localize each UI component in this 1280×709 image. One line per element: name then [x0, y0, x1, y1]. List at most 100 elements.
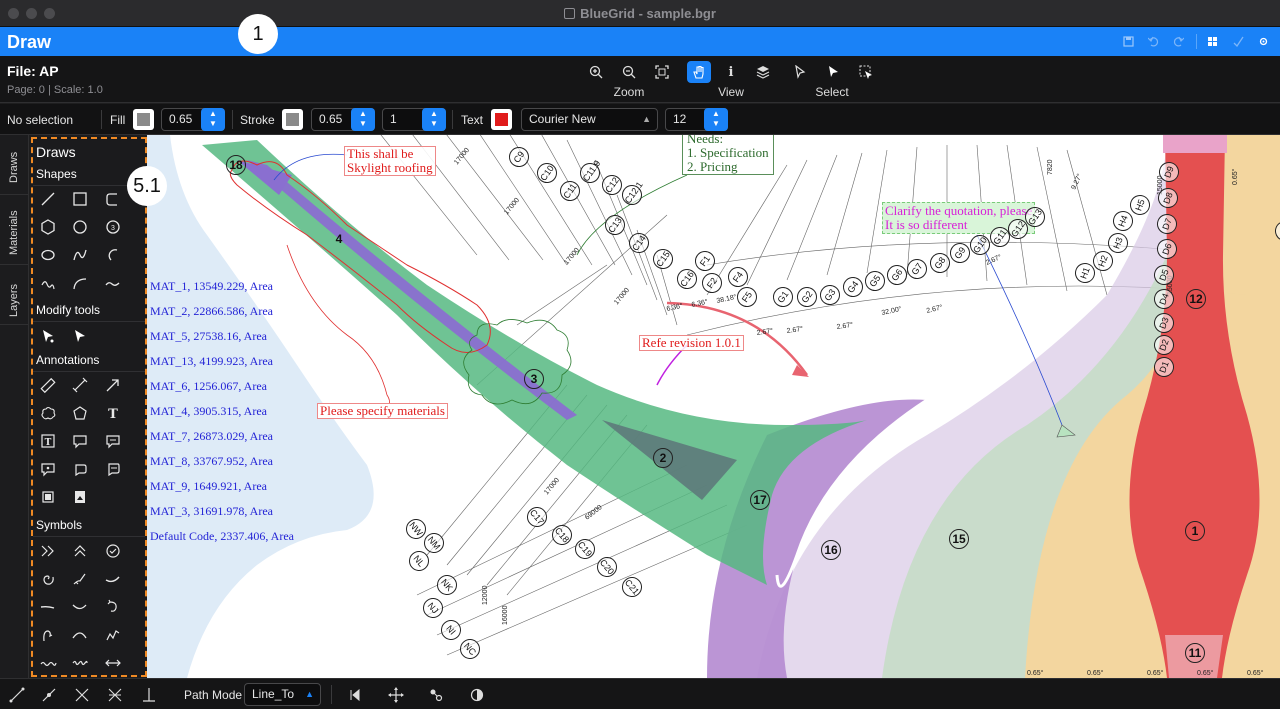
undo-icon[interactable] — [1148, 36, 1159, 47]
select-solid-button[interactable] — [821, 61, 845, 83]
select-area-button[interactable] — [854, 61, 878, 83]
stepper-arrows-icon[interactable]: ▲ ▼ — [422, 108, 446, 131]
path-node-icon[interactable] — [40, 686, 58, 704]
text-color-swatch[interactable] — [491, 109, 512, 130]
fill-color-swatch[interactable] — [133, 109, 154, 130]
pen-check-icon[interactable] — [1233, 36, 1244, 47]
contrast-icon[interactable] — [468, 686, 486, 704]
arch-symbol-icon[interactable] — [69, 624, 91, 646]
wave-line-icon[interactable] — [37, 652, 59, 674]
round-callout-icon[interactable] — [69, 458, 91, 480]
save-icon[interactable] — [1123, 36, 1134, 47]
annotation-skylight[interactable]: This shall be Skylight roofing — [344, 146, 436, 176]
material-row[interactable]: MAT_2, 22866.586, Area — [150, 304, 273, 319]
arc-tool-icon[interactable] — [102, 244, 124, 266]
region-badge[interactable]: 2 — [653, 448, 673, 468]
grid-view-icon[interactable] — [1207, 36, 1218, 47]
region-badge[interactable]: 3 — [524, 369, 544, 389]
squiggle-line-icon[interactable] — [69, 652, 91, 674]
tab-materials[interactable]: Materials — [0, 195, 29, 265]
callout-tool-icon[interactable] — [69, 430, 91, 452]
link-points-icon[interactable] — [427, 686, 445, 704]
path-mode-select[interactable]: Line_To▲▼ — [244, 683, 321, 706]
comment-tool-icon[interactable] — [102, 430, 124, 452]
first-point-icon[interactable] — [346, 686, 364, 704]
info-button[interactable]: i — [719, 61, 743, 83]
chevron-up-double-icon[interactable] — [69, 540, 91, 562]
redo-icon[interactable] — [1173, 36, 1184, 47]
dimension-tool-icon[interactable] — [69, 374, 91, 396]
double-arrow-icon[interactable] — [102, 652, 124, 674]
material-row[interactable]: MAT_6, 1256.067, Area — [150, 379, 267, 394]
fill-opacity-stepper[interactable]: 0.65 ▲ ▼ — [161, 108, 225, 131]
material-row[interactable]: MAT_7, 26873.029, Area — [150, 429, 273, 444]
move-points-icon[interactable] — [387, 686, 405, 704]
check-circle-icon[interactable] — [102, 540, 124, 562]
annotation-needs[interactable]: Needs: 1. Specification 2. Pricing — [682, 135, 774, 175]
hexagon-tool-icon[interactable] — [37, 216, 59, 238]
select-outline-button[interactable] — [788, 61, 812, 83]
stroke-width-stepper[interactable]: 1 ▲ ▼ — [382, 108, 446, 131]
zoom-in-button[interactable] — [584, 61, 608, 83]
tab-draws[interactable]: Draws — [0, 135, 29, 195]
pan-hand-button[interactable] — [687, 61, 711, 83]
bezier-tool-icon[interactable] — [69, 273, 91, 295]
swoosh-symbol-icon[interactable] — [102, 568, 124, 590]
text-box-icon[interactable]: T — [37, 430, 59, 452]
ellipse-tool-icon[interactable] — [37, 244, 59, 266]
drawing-canvas[interactable]: 2.67° 2.67° 2.67° 32.00° 2.67° 2.67° 6.3… — [147, 135, 1280, 678]
region-badge[interactable]: 4 — [329, 230, 349, 250]
wave-tool-icon[interactable] — [102, 273, 124, 295]
region-badge[interactable]: 15 — [949, 529, 969, 549]
circle-number-tool-icon[interactable]: 3 — [102, 216, 124, 238]
note-callout-icon[interactable] — [37, 458, 59, 480]
pointer-edit-icon[interactable] — [37, 325, 59, 347]
zoom-fit-button[interactable] — [650, 61, 674, 83]
region-badge[interactable]: 18 — [226, 155, 246, 175]
freehand-tool-icon[interactable] — [37, 273, 59, 295]
region-badge[interactable]: 12 — [1186, 289, 1206, 309]
brush-symbol-icon[interactable] — [69, 568, 91, 590]
rounded-rect-tool-icon[interactable] — [102, 188, 124, 210]
region-badge[interactable]: 11 — [1185, 643, 1205, 663]
path-line-icon[interactable] — [8, 686, 26, 704]
tab-layers[interactable]: Layers — [0, 265, 29, 325]
material-row[interactable]: MAT_9, 1649.921, Area — [150, 479, 267, 494]
zigzag-symbol-icon[interactable] — [102, 624, 124, 646]
material-row[interactable]: MAT_8, 33767.952, Area — [150, 454, 273, 469]
stroke-color-swatch[interactable] — [282, 109, 303, 130]
chevron-right-double-icon[interactable] — [37, 540, 59, 562]
region-badge[interactable]: 1 — [1185, 521, 1205, 541]
stroke-opacity-stepper[interactable]: 0.65 ▲ ▼ — [311, 108, 375, 131]
settings-icon[interactable] — [1258, 36, 1269, 47]
smile-curve-icon[interactable] — [69, 596, 91, 618]
annotation-revision[interactable]: Refe revision 1.0.1 — [639, 335, 744, 351]
material-row[interactable]: MAT_5, 27538.16, Area — [150, 329, 267, 344]
node-edit-icon[interactable] — [69, 325, 91, 347]
dash-symbol-icon[interactable] — [37, 596, 59, 618]
arrow-tool-icon[interactable] — [102, 374, 124, 396]
region-badge[interactable]: 16 — [821, 540, 841, 560]
material-row[interactable]: Default Code, 2337.406, Area — [150, 529, 294, 544]
path-cross-icon[interactable] — [73, 686, 91, 704]
rectangle-tool-icon[interactable] — [69, 188, 91, 210]
cloud-markup-icon[interactable] — [37, 402, 59, 424]
polygon-markup-icon[interactable] — [69, 402, 91, 424]
material-row[interactable]: MAT_13, 4199.923, Area — [150, 354, 273, 369]
zoom-out-button[interactable] — [617, 61, 641, 83]
region-badge[interactable]: 17 — [750, 490, 770, 510]
layers-toggle-button[interactable] — [751, 61, 775, 83]
spiral-symbol-icon[interactable] — [37, 568, 59, 590]
curve-tool-icon[interactable] — [69, 244, 91, 266]
hook-symbol-icon[interactable] — [37, 624, 59, 646]
circle-tool-icon[interactable] — [69, 216, 91, 238]
stepper-arrows-icon[interactable]: ▲ ▼ — [351, 108, 375, 131]
material-row[interactable]: MAT_1, 13549.229, Area — [150, 279, 273, 294]
ruler-tool-icon[interactable] — [37, 374, 59, 396]
font-family-select[interactable]: Courier New▲▼ — [521, 108, 658, 145]
stepper-arrows-icon[interactable]: ▲ ▼ — [201, 108, 225, 131]
count-callout-icon[interactable] — [102, 458, 124, 480]
annotation-materials[interactable]: Please specify materials — [317, 403, 448, 419]
image-tool-icon[interactable] — [69, 486, 91, 508]
stamp-tool-icon[interactable] — [37, 486, 59, 508]
